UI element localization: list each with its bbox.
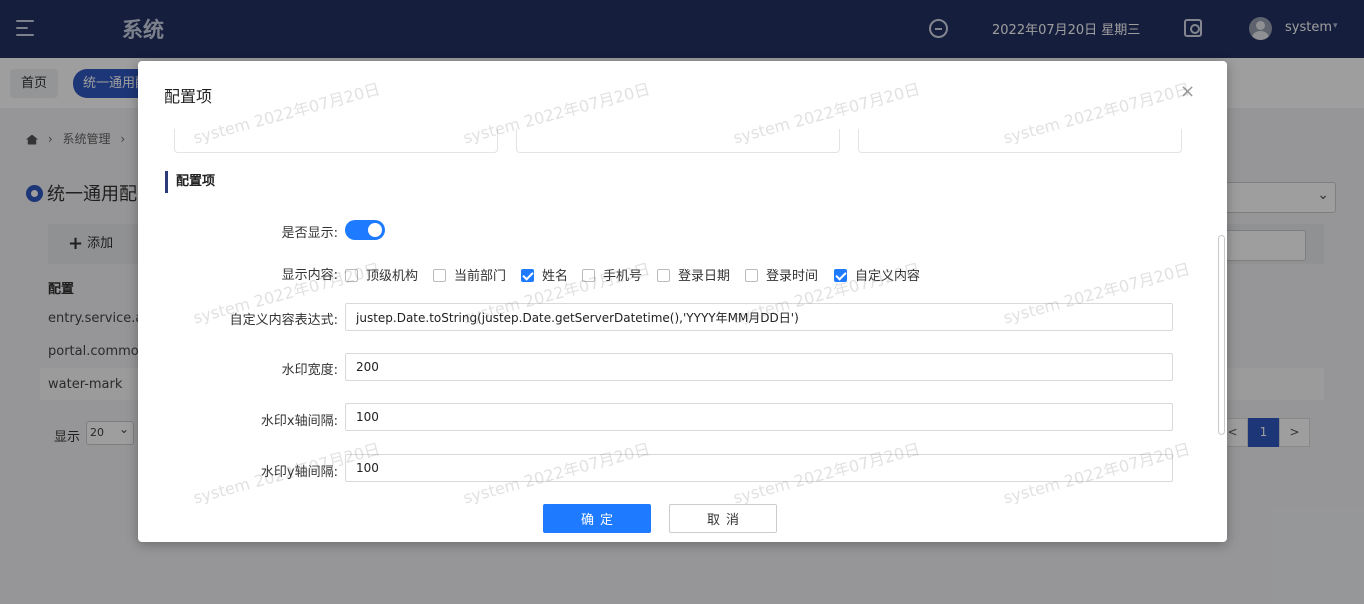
watermark-y-gap-input[interactable] — [345, 454, 1173, 482]
option-card[interactable] — [516, 129, 840, 153]
checkbox-checked-icon[interactable] — [834, 269, 847, 282]
checkbox-icon[interactable] — [345, 269, 358, 282]
checkbox-custom-content[interactable]: 自定义内容 — [834, 265, 920, 284]
close-icon[interactable]: × — [1180, 81, 1195, 102]
y-gap-label: 水印y轴间隔: — [260, 465, 338, 480]
width-label: 水印宽度: — [281, 363, 338, 378]
option-card[interactable] — [858, 129, 1182, 153]
checkbox-phone[interactable]: 手机号 — [582, 265, 642, 284]
watermark-x-gap-input[interactable] — [345, 403, 1173, 431]
option-card[interactable] — [174, 129, 498, 153]
modal-scrollbar[interactable] — [1218, 235, 1225, 435]
watermark-width-input[interactable] — [345, 353, 1173, 381]
custom-expression-input[interactable] — [345, 303, 1173, 331]
confirm-button[interactable]: 确定 — [543, 504, 651, 533]
section-title: 配置项 — [165, 171, 215, 193]
cancel-button[interactable]: 取消 — [669, 504, 777, 533]
config-modal: 配置项 × 配置项 是否显示: 显示内容: 顶级机构 当前部门 姓名 手机号 登… — [138, 61, 1227, 542]
show-toggle[interactable] — [345, 220, 385, 240]
checkbox-checked-icon[interactable] — [521, 269, 534, 282]
checkbox-icon[interactable] — [582, 269, 595, 282]
modal-title: 配置项 — [164, 87, 213, 106]
checkbox-login-time[interactable]: 登录时间 — [745, 265, 818, 284]
x-gap-label: 水印x轴间隔: — [260, 414, 338, 429]
checkbox-login-date[interactable]: 登录日期 — [657, 265, 730, 284]
show-label: 是否显示: — [281, 226, 338, 241]
checkbox-current-dept[interactable]: 当前部门 — [433, 265, 506, 284]
checkbox-top-org[interactable]: 顶级机构 — [345, 265, 418, 284]
expr-label: 自定义内容表达式: — [229, 313, 338, 328]
content-label: 显示内容: — [281, 268, 338, 283]
checkbox-icon[interactable] — [745, 269, 758, 282]
checkbox-icon[interactable] — [657, 269, 670, 282]
checkbox-name[interactable]: 姓名 — [521, 265, 568, 284]
checkbox-icon[interactable] — [433, 269, 446, 282]
